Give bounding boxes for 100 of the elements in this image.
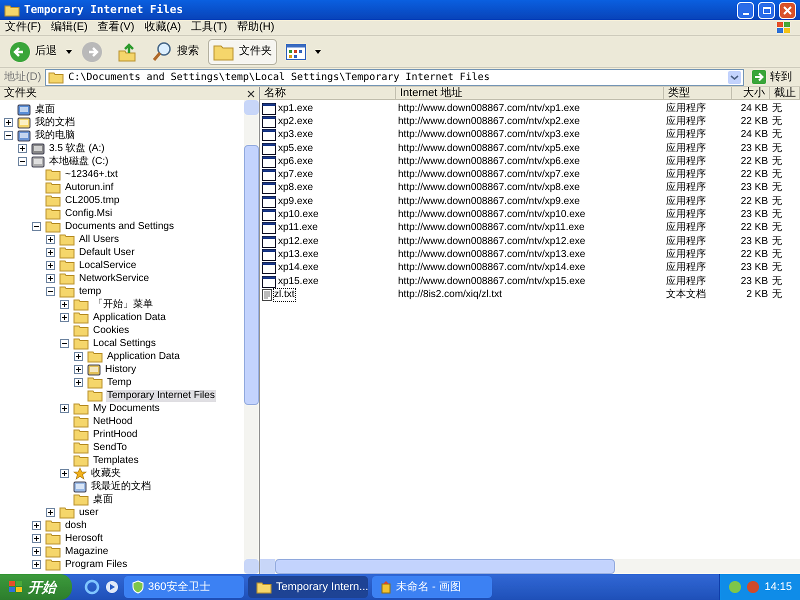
- file-name[interactable]: xp3.exe: [278, 129, 314, 142]
- expand-icon[interactable]: [46, 235, 55, 244]
- tree-item[interactable]: 「开始」菜单: [92, 298, 154, 310]
- expand-icon[interactable]: [32, 560, 41, 569]
- expand-icon[interactable]: [60, 404, 69, 413]
- expand-icon[interactable]: [46, 261, 55, 270]
- tree-item[interactable]: Cookies: [92, 324, 130, 336]
- tree-item[interactable]: Autorun.inf: [64, 182, 114, 194]
- tree-item[interactable]: History: [104, 364, 138, 376]
- tree-item[interactable]: 3.5 软盘 (A:): [48, 142, 106, 154]
- expand-icon[interactable]: [32, 534, 41, 543]
- expand-icon[interactable]: [74, 378, 83, 387]
- menu-item[interactable]: 帮助(H): [232, 19, 280, 36]
- tree-item[interactable]: Templates: [92, 454, 140, 466]
- close-icon[interactable]: [247, 90, 255, 98]
- column-header[interactable]: Internet 地址: [396, 87, 664, 99]
- tree-item[interactable]: My Documents: [92, 402, 161, 414]
- tree-item[interactable]: temp: [78, 286, 102, 298]
- file-name[interactable]: xp6.exe: [278, 156, 314, 168]
- tree-item[interactable]: Local Settings: [92, 338, 157, 350]
- start-button[interactable]: 开始: [0, 574, 72, 600]
- tree-item[interactable]: Magazine: [64, 546, 110, 558]
- column-header[interactable]: 大小: [732, 87, 770, 99]
- expand-icon[interactable]: [60, 313, 69, 322]
- folders-button[interactable]: 文件夹: [208, 38, 277, 64]
- tree-item[interactable]: PrintHood: [92, 428, 138, 440]
- back-button[interactable]: 后退: [4, 38, 62, 64]
- menu-item[interactable]: 查看(V): [92, 19, 140, 36]
- tree-item[interactable]: Documents and Settings: [64, 220, 175, 232]
- collapse-icon[interactable]: [46, 287, 55, 296]
- collapse-icon[interactable]: [32, 222, 41, 231]
- tree-item[interactable]: 桌面: [34, 104, 56, 116]
- file-name[interactable]: xp1.exe: [278, 102, 314, 115]
- expand-icon[interactable]: [32, 547, 41, 556]
- expand-icon[interactable]: [46, 508, 55, 517]
- dropdown-caret-icon[interactable]: [66, 50, 72, 54]
- tree-item[interactable]: dosh: [64, 520, 88, 532]
- taskbar-button[interactable]: 360安全卫士: [124, 576, 244, 598]
- file-name[interactable]: xp2.exe: [278, 116, 314, 128]
- column-header[interactable]: 截止: [770, 87, 800, 99]
- tree-item[interactable]: ~12346+.txt: [64, 168, 119, 180]
- tree-item[interactable]: Application Data: [106, 350, 181, 362]
- tree-item[interactable]: Default User: [78, 246, 136, 258]
- file-name[interactable]: xp11.exe: [278, 222, 318, 234]
- collapse-icon[interactable]: [18, 157, 27, 166]
- taskbar-button[interactable]: Temporary Intern...: [248, 576, 368, 598]
- tree-item[interactable]: Application Data: [92, 312, 167, 324]
- file-name[interactable]: xp7.exe: [278, 169, 314, 182]
- tree-item[interactable]: NetHood: [92, 416, 134, 428]
- file-name[interactable]: xp10.exe: [278, 209, 319, 222]
- tree-item[interactable]: 我的电脑: [34, 130, 76, 142]
- tree-item[interactable]: Herosoft: [64, 532, 104, 544]
- file-name[interactable]: xp8.exe: [278, 182, 314, 194]
- tree-item[interactable]: Program Files: [64, 558, 128, 570]
- menu-item[interactable]: 收藏(A): [139, 19, 186, 36]
- tree-item[interactable]: 我最近的文档: [90, 480, 152, 492]
- media-icon[interactable]: [104, 579, 120, 595]
- expand-icon[interactable]: [46, 274, 55, 283]
- menu-item[interactable]: 文件(F): [0, 19, 46, 36]
- collapse-icon[interactable]: [4, 131, 13, 140]
- tree-item[interactable]: user: [78, 506, 100, 518]
- tree-item[interactable]: 本地磁盘 (C:): [48, 156, 110, 168]
- file-name[interactable]: xp15.exe: [278, 276, 319, 288]
- file-name[interactable]: xp14.exe: [278, 262, 319, 274]
- taskbar-button[interactable]: 未命名 - 画图: [372, 576, 492, 598]
- expand-icon[interactable]: [46, 248, 55, 257]
- tree-item[interactable]: SendTo: [92, 442, 128, 454]
- expand-icon[interactable]: [18, 144, 27, 153]
- address-field[interactable]: C:\Documents and Settings\temp\Local Settings\Temporary Internet Files: [45, 68, 744, 86]
- menu-item[interactable]: 编辑(E): [46, 19, 93, 36]
- tree-item[interactable]: CL2005.tmp: [64, 194, 120, 206]
- tree-item[interactable]: Temp: [106, 376, 132, 388]
- tree-item[interactable]: 桌面: [92, 494, 114, 506]
- restore-button[interactable]: [758, 2, 775, 18]
- horizontal-scrollbar[interactable]: [260, 559, 800, 574]
- tree-item[interactable]: Temporary Internet Files: [106, 390, 216, 402]
- tree-item[interactable]: 我的文档: [34, 116, 76, 128]
- file-name[interactable]: xp9.exe: [278, 196, 314, 208]
- expand-icon[interactable]: [32, 521, 41, 530]
- expand-icon[interactable]: [74, 352, 83, 361]
- vertical-scrollbar[interactable]: [244, 100, 259, 574]
- expand-icon[interactable]: [60, 469, 69, 478]
- tree-item[interactable]: NetworkService: [78, 272, 150, 284]
- expand-icon[interactable]: [60, 300, 69, 309]
- tree-item[interactable]: All Users: [78, 234, 120, 246]
- file-name[interactable]: xp12.exe: [278, 236, 319, 248]
- browser-icon[interactable]: [84, 579, 100, 595]
- dropdown-caret-icon[interactable]: [315, 50, 321, 54]
- tree-item[interactable]: LocalService: [78, 260, 138, 272]
- file-name[interactable]: xp5.exe: [278, 142, 314, 155]
- column-header[interactable]: 名称: [260, 87, 396, 99]
- minimize-button[interactable]: [737, 2, 754, 18]
- expand-icon[interactable]: [74, 365, 83, 374]
- tree-item[interactable]: Config.Msi: [64, 208, 114, 220]
- search-button[interactable]: 搜索: [146, 38, 204, 64]
- menu-item[interactable]: 工具(T): [186, 19, 232, 36]
- column-header[interactable]: 类型: [664, 87, 732, 99]
- file-name[interactable]: zl.txt: [274, 288, 295, 301]
- tree-item[interactable]: 收藏夹: [90, 468, 122, 480]
- expand-icon[interactable]: [4, 118, 13, 127]
